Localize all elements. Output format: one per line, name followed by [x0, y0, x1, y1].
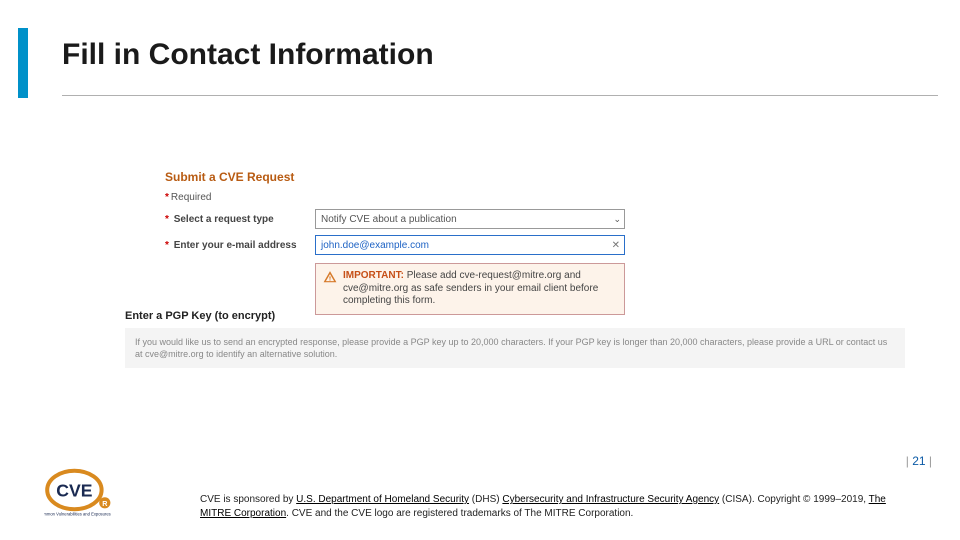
- form-heading: Submit a CVE Request: [165, 170, 865, 184]
- title-divider: [62, 95, 938, 96]
- warning-box: IMPORTANT: Please add cve-request@mitre.…: [315, 263, 625, 315]
- cisa-link[interactable]: Cybersecurity and Infrastructure Securit…: [502, 494, 719, 505]
- required-note: *Required: [165, 192, 865, 203]
- select-value: Notify CVE about a publication: [321, 214, 457, 225]
- required-star-icon: *: [165, 240, 169, 251]
- svg-text:CVE: CVE: [56, 480, 92, 500]
- email-value: john.doe@example.com: [321, 240, 429, 251]
- cve-logo: CVE R Common Vulnerabilities and Exposur…: [44, 466, 140, 522]
- required-star-icon: *: [165, 192, 169, 203]
- warning-text: IMPORTANT: Please add cve-request@mitre.…: [343, 270, 617, 308]
- logo-tagline: Common Vulnerabilities and Exposures: [44, 512, 111, 517]
- footer-text: CVE is sponsored by U.S. Department of H…: [200, 493, 910, 520]
- chevron-down-icon: ⌄: [613, 214, 621, 225]
- pgp-heading: Enter a PGP Key (to encrypt): [125, 310, 275, 322]
- required-star-icon: *: [165, 214, 169, 225]
- svg-text:R: R: [102, 499, 108, 508]
- slide-title: Fill in Contact Information: [62, 38, 434, 72]
- warning-icon: [323, 270, 337, 284]
- pgp-note: If you would like us to send an encrypte…: [125, 328, 905, 368]
- row-email: * Enter your e-mail address john.doe@exa…: [165, 235, 865, 255]
- accent-bar: [18, 28, 28, 98]
- form-screenshot: Submit a CVE Request *Required * Select …: [165, 170, 865, 329]
- email-input[interactable]: john.doe@example.com ✕: [315, 235, 625, 255]
- request-type-label: * Select a request type: [165, 214, 315, 225]
- request-type-select[interactable]: Notify CVE about a publication ⌄: [315, 209, 625, 229]
- email-label: * Enter your e-mail address: [165, 240, 315, 251]
- row-request-type: * Select a request type Notify CVE about…: [165, 209, 865, 229]
- dhs-link[interactable]: U.S. Department of Homeland Security: [296, 494, 469, 505]
- clear-icon[interactable]: ✕: [612, 240, 620, 251]
- page-number: | 21 |: [906, 454, 932, 468]
